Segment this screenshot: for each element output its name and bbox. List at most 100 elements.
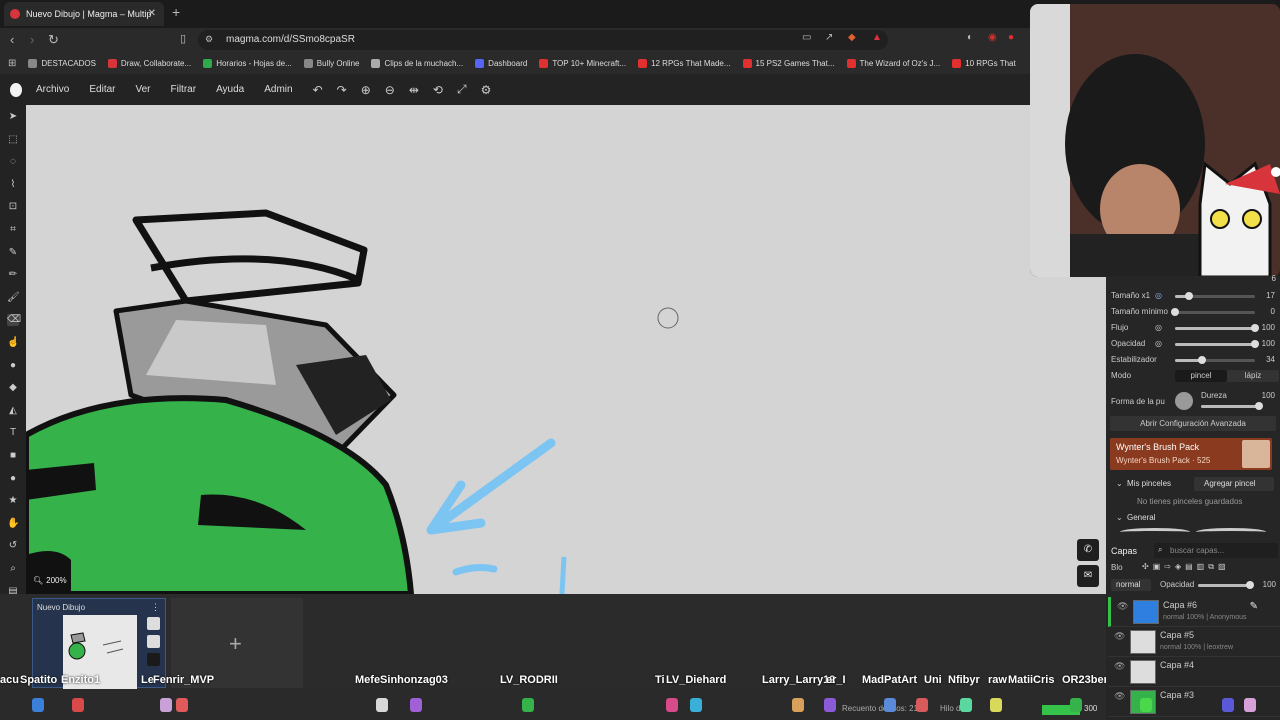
fill-icon[interactable]: ◆ [7, 382, 19, 394]
bookmark-icon[interactable]: ▯ [180, 32, 186, 45]
text-icon[interactable]: T [7, 427, 19, 439]
flow-row[interactable]: Flujo ◎ 100 [1111, 322, 1275, 336]
min-size-row[interactable]: Tamaño mínimo 0 [1111, 306, 1275, 320]
blur-icon[interactable]: ● [7, 360, 19, 372]
bookmark-item[interactable]: 15 PS2 Games That... [742, 58, 835, 68]
extension-icon[interactable]: ◐ [967, 32, 973, 43]
layer-visibility-icon[interactable]: 👁︎ [1114, 691, 1125, 702]
zoom-in-icon[interactable]: ⊕ [361, 83, 371, 97]
brush-preset-2[interactable] [1196, 528, 1266, 536]
layer-visibility-icon[interactable]: 👁︎ [1117, 601, 1128, 612]
select-rect-icon[interactable]: ⬚ [7, 134, 19, 146]
advanced-settings-button[interactable]: Abrir Configuración Avanzada [1110, 416, 1276, 431]
reload-icon[interactable]: ↻ [48, 32, 59, 48]
bookmark-item[interactable]: Bully Online [303, 58, 359, 68]
smudge-icon[interactable]: ☝ [7, 337, 19, 349]
stabilizer-slider[interactable] [1175, 356, 1255, 364]
bookmark-item[interactable]: Clips de la muchach... [371, 58, 463, 68]
apps-icon[interactable]: ⊞ [8, 58, 16, 69]
gradient-icon[interactable]: ◭ [7, 405, 19, 417]
stabilizer-row[interactable]: Estabilizador 34 [1111, 354, 1275, 368]
share-icon[interactable]: ↗ [825, 32, 833, 43]
eraser-icon[interactable]: ⌫ [7, 314, 21, 327]
flip-icon[interactable]: ⇹ [409, 83, 419, 97]
bookmark-item[interactable]: 12 RPGs That Made... [638, 58, 731, 68]
settings-icon[interactable]: ⚙ [481, 83, 492, 97]
brush-pack-banner[interactable]: Wynter's Brush Pack Wynter's Brush Pack … [1110, 438, 1272, 470]
fullscreen-icon[interactable]: ⤢ [457, 82, 467, 97]
menu-admin[interactable]: Admin [264, 84, 292, 95]
site-info-icon[interactable]: ⚙ [205, 34, 213, 45]
close-tab-icon[interactable]: ✕ [148, 8, 156, 19]
hand-icon[interactable]: ✋ [7, 518, 19, 530]
transform-icon[interactable]: ⊡ [7, 201, 19, 213]
rect-shape-icon[interactable]: ■ [7, 450, 19, 462]
layer-opacity-slider[interactable] [1198, 581, 1254, 589]
ellipse-shape-icon[interactable]: ● [7, 473, 19, 485]
layer-row[interactable]: 👁︎ Capa #5 normal 100% | leoxtrew [1108, 627, 1280, 657]
menu-editar[interactable]: Editar [89, 84, 115, 95]
address-bar[interactable]: magma.com/d/SSmo8cpaSR [198, 30, 888, 50]
eyedropper-icon[interactable]: ✎ [7, 247, 19, 259]
new-tab-button[interactable]: + [172, 4, 180, 20]
mode-toggle[interactable]: pincel lápiz [1175, 370, 1279, 382]
opacity-slider[interactable] [1175, 340, 1259, 348]
voice-call-button[interactable]: ✆ [1077, 539, 1099, 561]
rewards-icon[interactable]: ▲ [872, 32, 882, 43]
flow-pressure-icon[interactable]: ◎ [1155, 323, 1162, 332]
rotate-icon[interactable]: ⟲ [433, 83, 443, 97]
bookmark-item[interactable]: The Wizard of Oz's J... [846, 58, 940, 68]
bookmark-item[interactable]: Draw, Collaborate... [107, 58, 191, 68]
move-tool-icon[interactable]: ➤ [7, 111, 19, 123]
menu-archivo[interactable]: Archivo [36, 84, 69, 95]
layer-actions-icons[interactable]: ✣▣⇨◈▤▥⧉▧ [1142, 562, 1230, 572]
brush-size-slider[interactable] [1175, 292, 1255, 300]
drawing-canvas[interactable] [26, 105, 1106, 594]
menu-ver[interactable]: Ver [135, 84, 150, 95]
bookmark-item[interactable]: Dashboard [475, 58, 527, 68]
magma-logo-icon[interactable] [10, 82, 22, 97]
crop-icon[interactable]: ⌗ [7, 224, 19, 236]
select-ellipse-icon[interactable]: ◌ [7, 156, 19, 168]
layer-row[interactable]: 👁︎ Capa #4 [1108, 657, 1280, 687]
layers-tab[interactable]: Capas [1111, 546, 1137, 556]
menu-ayuda[interactable]: Ayuda [216, 84, 244, 95]
bookmark-item[interactable]: Horarios - Hojas de... [203, 58, 292, 68]
forward-icon[interactable]: › [30, 32, 34, 47]
notification-icon[interactable]: ◉ [988, 32, 997, 43]
flow-slider[interactable] [1175, 324, 1259, 332]
layer-row[interactable]: 👁︎ Capa #6 normal 100% | Anonymous ✎ [1108, 597, 1280, 627]
browser-tab[interactable]: Nuevo Dibujo | Magma – Multip ✕ [4, 2, 164, 26]
star-shape-icon[interactable]: ★ [7, 495, 19, 507]
lasso-icon[interactable]: ⌇ [7, 179, 19, 191]
zoom-indicator[interactable]: 🔍︎ 200% [30, 576, 67, 585]
my-brushes-header[interactable]: Mis pinceles [1127, 479, 1171, 488]
general-chevron-icon[interactable]: ⌄ [1116, 513, 1123, 522]
min-size-slider[interactable] [1171, 308, 1255, 316]
brush-preset-1[interactable] [1120, 528, 1190, 536]
zoom-out-icon[interactable]: ⊖ [385, 83, 395, 97]
general-section-header[interactable]: General [1127, 513, 1155, 522]
layer-visibility-icon[interactable]: 👁︎ [1114, 631, 1125, 642]
pressure-icon[interactable]: ◎ [1155, 291, 1162, 300]
layer-visibility-icon[interactable]: 👁︎ [1114, 661, 1125, 672]
layer-search-input[interactable]: ⌕ buscar capas... [1154, 543, 1278, 558]
rotate-view-icon[interactable]: ↺ [7, 540, 19, 552]
bookmark-item[interactable]: DESTACADOS [28, 58, 96, 68]
cast-icon[interactable]: ▭ [802, 32, 811, 43]
hardness-slider[interactable] [1201, 402, 1263, 410]
zoom-tool-icon[interactable]: ⌕ [7, 563, 19, 575]
profile-icon[interactable]: ● [1008, 32, 1014, 43]
brush-shape-preview[interactable] [1175, 392, 1193, 410]
bookmark-item[interactable]: TOP 10+ Minecraft... [539, 58, 626, 68]
pencil-icon[interactable]: ✏ [7, 269, 19, 281]
undo-icon[interactable]: ↶ [313, 83, 323, 97]
redo-icon[interactable]: ↷ [337, 83, 347, 97]
opacity-pressure-icon[interactable]: ◎ [1155, 339, 1162, 348]
brave-shield-icon[interactable]: ◆ [848, 32, 856, 43]
brush-size-row[interactable]: Tamaño x1 ◎ 17 [1111, 290, 1275, 304]
chat-button[interactable]: ✉ [1077, 565, 1099, 587]
brush-icon[interactable]: 🖌︎ [7, 292, 20, 304]
opacity-row[interactable]: Opacidad ◎ 100 [1111, 338, 1275, 352]
more-options-icon[interactable]: ⋮ [151, 602, 160, 613]
